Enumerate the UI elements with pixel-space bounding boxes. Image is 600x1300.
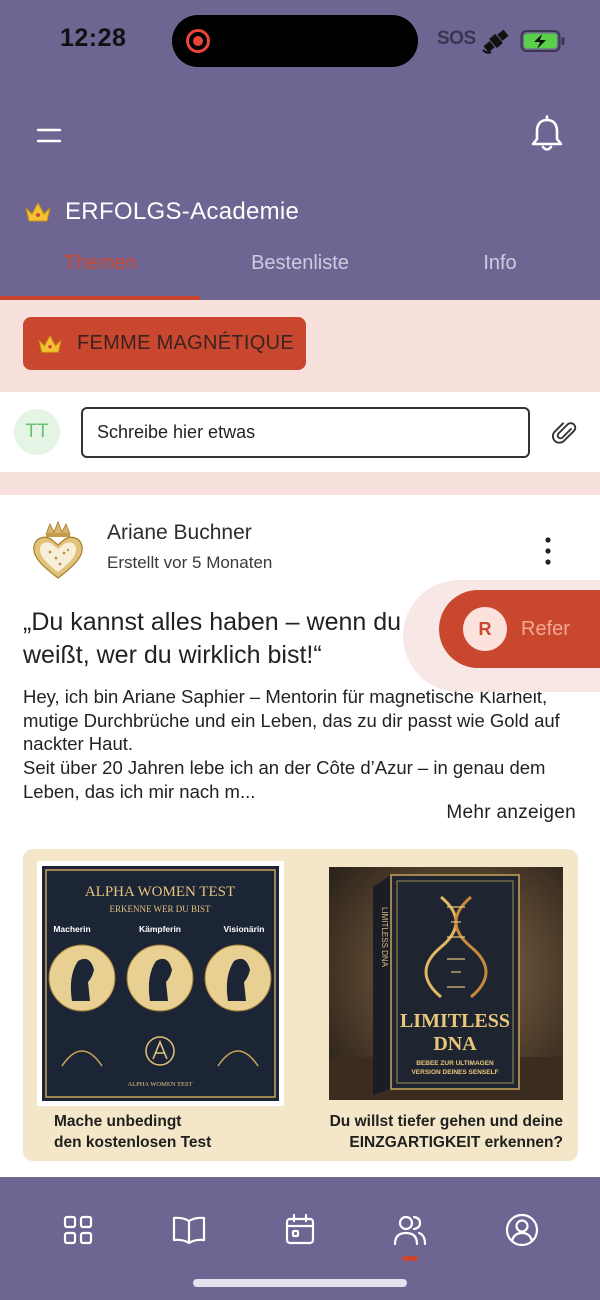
paperclip-icon[interactable] [552,420,578,446]
alpha-women-book-cover: ALPHA WOMEN TEST ERKENNE WER DU BIST Mac… [42,866,279,1101]
more-options-icon[interactable] [540,536,556,566]
calendar-icon[interactable] [282,1212,318,1248]
recording-icon [186,29,210,53]
group-title: ERFOLGS-Academie [65,198,300,225]
book-tag: Visionärin [224,924,265,934]
satellite-icon [482,29,509,54]
tab-themen[interactable]: Themen [0,252,200,300]
show-more-link[interactable]: Mehr anzeigen [446,802,576,824]
caption-right: Du willst tiefer gehen und deine EINZGAR… [330,1111,563,1153]
post-media[interactable]: ALPHA WOMEN TEST ERKENNE WER DU BIST Mac… [23,849,578,1161]
post-timestamp: Erstellt vor 5 Monaten [107,553,273,572]
profile-icon[interactable] [504,1212,540,1248]
book-title: ALPHA WOMEN TEST [85,884,235,900]
caption-left: Mache unbedingt den kostenlosen Test [54,1111,211,1153]
status-time: 12:28 [60,24,127,52]
refer-label: Refer [521,617,570,640]
user-avatar[interactable]: TT [14,409,60,455]
tab-label: Bestenliste [251,252,349,274]
book-title-line: DNA [433,1033,477,1055]
battery-icon [520,30,565,52]
caption-right-text: Du willst tiefer gehen und deine EINZGAR… [329,1113,563,1151]
alpha-women-test-image[interactable]: ALPHA WOMEN TEST ERKENNE WER DU BIST Mac… [37,861,284,1106]
section-divider [0,472,600,495]
tab-label: Themen [63,252,137,274]
author-name[interactable]: Ariane Buchner [107,521,252,545]
refer-button[interactable]: R Refer [439,590,600,668]
refer-avatar: R [463,607,507,651]
post-input[interactable] [81,407,530,458]
bell-icon[interactable] [526,114,568,156]
book-footer: ALPHA WOMEN TEST [127,1081,192,1088]
book-subtitle-line: VERSION DEINES SENSELF [411,1069,498,1076]
book-subtitle: ERKENNE WER DU BIST [109,904,211,914]
tab-bestenliste[interactable]: Bestenliste [200,252,400,300]
book-tag: Kämpferin [139,924,181,934]
grid-icon[interactable] [60,1212,96,1248]
book-subtitle-line: BEBEE ZUR ULTIMAGEN [416,1060,494,1067]
book-icon[interactable] [171,1212,207,1248]
dynamic-island [172,15,418,67]
crown-icon [38,334,62,353]
author-avatar[interactable] [30,520,86,582]
topic-chip-label: FEMME MAGNÉTIQUE [77,332,295,354]
menu-icon[interactable] [30,118,68,154]
tab-label: Info [483,252,517,274]
refer-fab[interactable]: R Refer [403,580,600,692]
tab-info[interactable]: Info [400,252,600,300]
limitless-dna-image[interactable]: LIMITLESS DNA LIMITLESS DNA BEBEE ZUR UL… [329,867,563,1100]
sos-indicator: SOS [437,28,476,49]
book-tag: Macherin [53,924,90,934]
post-body-text: Hey, ich bin Ariane Saphier – Mentorin f… [23,686,560,802]
post-body: Hey, ich bin Ariane Saphier – Mentorin f… [23,685,583,804]
home-indicator [193,1279,407,1287]
post-title: „Du kannst alles haben – wenn du weißt, … [23,608,402,669]
book-spine: LIMITLESS DNA [380,907,389,968]
caption-left-text: Mache unbedingt den kostenlosen Test [54,1113,212,1151]
people-icon[interactable] [392,1212,428,1248]
active-nav-indicator [402,1256,418,1261]
crown-icon [25,201,51,222]
book-title-line: LIMITLESS [400,1010,510,1032]
topic-chip[interactable]: FEMME MAGNÉTIQUE [23,317,306,370]
group-header: ERFOLGS-Academie [24,194,299,230]
limitless-dna-book-cover: LIMITLESS DNA LIMITLESS DNA BEBEE ZUR UL… [329,867,563,1100]
